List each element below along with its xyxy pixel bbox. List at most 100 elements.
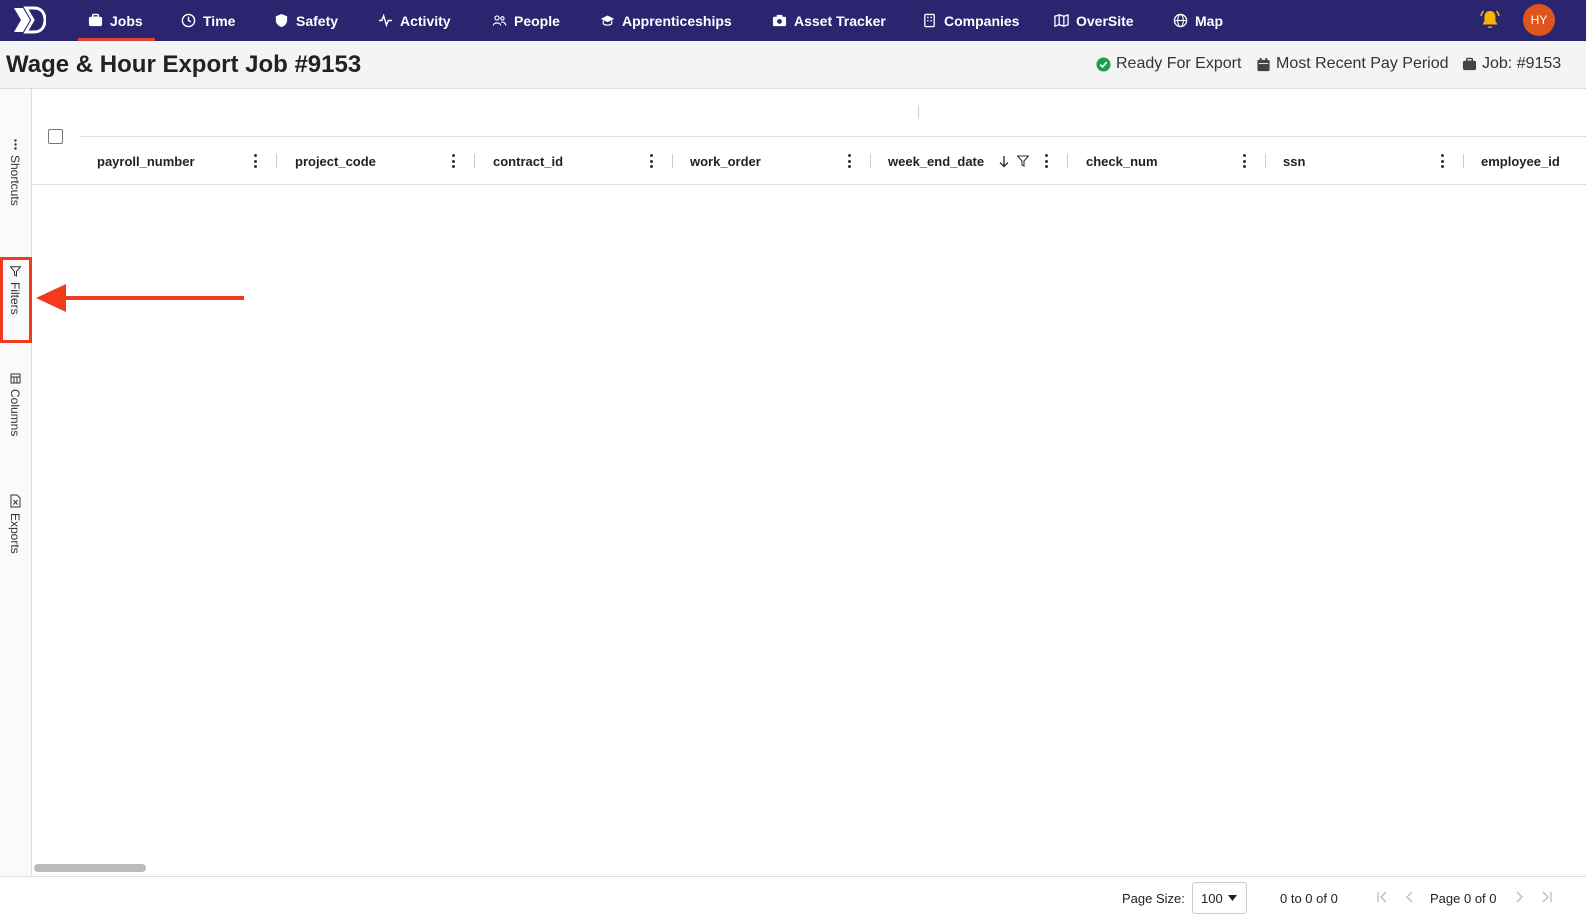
horizontal-scrollbar[interactable] — [34, 864, 146, 872]
shortcuts-tab[interactable]: Shortcuts — [0, 139, 30, 206]
period-text: Most Recent Pay Period — [1276, 55, 1449, 72]
column-header-contract-id[interactable]: contract_id — [493, 137, 690, 185]
column-divider[interactable] — [672, 154, 673, 168]
nav-label: Apprenticeships — [622, 12, 732, 29]
camera-icon — [772, 14, 787, 27]
globe-icon — [1173, 13, 1188, 28]
columns-icon — [10, 373, 20, 384]
column-header-week-end-date[interactable]: week_end_date — [888, 137, 1085, 185]
grid-header-row: payroll_number project_code contract_id … — [32, 137, 1586, 185]
status-indicator: Ready For Export — [1096, 55, 1241, 73]
nav-item-jobs[interactable]: Jobs — [78, 0, 155, 41]
columns-tab[interactable]: Columns — [0, 373, 30, 436]
nav-item-time[interactable]: Time — [181, 0, 235, 41]
last-page-icon[interactable] — [1540, 890, 1554, 904]
people-icon — [492, 15, 507, 26]
column-divider[interactable] — [276, 154, 277, 168]
top-nav: Jobs Time Safety Activity People Apprent… — [0, 0, 1586, 41]
bell-icon[interactable] — [1480, 9, 1500, 31]
column-menu-icon[interactable] — [253, 154, 257, 168]
column-divider[interactable] — [870, 154, 871, 168]
shortcuts-label: Shortcuts — [8, 155, 22, 206]
side-panel: Shortcuts Filters Columns Exports — [0, 89, 32, 876]
page-size-label: Page Size: — [1122, 891, 1185, 906]
data-grid: payroll_number project_code contract_id … — [32, 89, 1586, 876]
calendar-icon — [1257, 57, 1270, 71]
sort-descending-icon[interactable] — [998, 155, 1010, 168]
nav-label: Jobs — [110, 12, 143, 29]
column-label: check_num — [1086, 153, 1158, 169]
exports-label: Exports — [8, 513, 22, 554]
nav-item-apprenticeships[interactable]: Apprenticeships — [600, 0, 732, 41]
column-divider[interactable] — [474, 154, 475, 168]
nav-item-map[interactable]: Map — [1173, 0, 1223, 41]
nav-label: Safety — [296, 12, 339, 29]
shield-icon — [275, 13, 288, 28]
job-indicator: Job: #9153 — [1462, 55, 1561, 73]
column-divider[interactable] — [1463, 154, 1464, 168]
nav-label: Time — [203, 12, 236, 29]
nav-label: OverSite — [1076, 12, 1134, 29]
more-vertical-icon — [13, 139, 17, 150]
pagination-bar: Page Size: 100 0 to 0 of 0 Page 0 of 0 — [0, 876, 1586, 919]
column-header-ssn[interactable]: ssn — [1283, 137, 1480, 185]
previous-page-icon[interactable] — [1403, 890, 1417, 904]
column-label: payroll_number — [97, 153, 195, 169]
app-logo[interactable] — [12, 6, 46, 34]
column-header-work-order[interactable]: work_order — [690, 137, 887, 185]
page-title: Wage & Hour Export Job #9153 — [6, 51, 362, 78]
nav-item-safety[interactable]: Safety — [274, 0, 338, 41]
briefcase-icon — [88, 13, 103, 27]
nav-item-asset-tracker[interactable]: Asset Tracker — [772, 0, 886, 41]
pay-period-indicator: Most Recent Pay Period — [1256, 55, 1449, 73]
page-indicator: Page 0 of 0 — [1430, 891, 1497, 906]
column-header-project-code[interactable]: project_code — [295, 137, 492, 185]
page-header: Wage & Hour Export Job #9153 Ready For E… — [0, 41, 1586, 89]
check-circle-icon — [1096, 56, 1111, 72]
activity-icon — [378, 13, 393, 28]
filters-highlight — [0, 257, 32, 343]
map-icon — [1054, 13, 1069, 28]
next-page-icon[interactable] — [1512, 890, 1526, 904]
row-range: 0 to 0 of 0 — [1280, 891, 1338, 906]
nav-label: Asset Tracker — [794, 12, 886, 29]
grid-header-group — [80, 89, 1586, 137]
column-label: employee_id — [1481, 153, 1560, 169]
first-page-icon[interactable] — [1375, 890, 1389, 904]
column-menu-icon[interactable] — [649, 154, 653, 168]
page-size-value: 100 — [1201, 890, 1223, 906]
column-menu-icon[interactable] — [1242, 154, 1246, 168]
building-icon — [924, 13, 935, 28]
job-text: Job: #9153 — [1482, 55, 1562, 72]
page-size-select[interactable]: 100 — [1192, 882, 1247, 914]
column-menu-icon[interactable] — [847, 154, 851, 168]
nav-label: Companies — [944, 12, 1020, 29]
header-divider — [918, 105, 919, 119]
column-divider[interactable] — [1067, 154, 1068, 168]
column-header-payroll-number[interactable]: payroll_number — [97, 137, 294, 185]
columns-label: Columns — [8, 389, 22, 437]
nav-label: Activity — [400, 12, 451, 29]
filter-icon[interactable] — [1017, 155, 1029, 167]
column-header-employee-id[interactable]: employee_id — [1481, 137, 1586, 185]
caret-down-icon — [1227, 895, 1237, 901]
briefcase-icon — [1462, 57, 1477, 70]
exports-tab[interactable]: Exports — [0, 494, 30, 554]
column-header-check-num[interactable]: check_num — [1086, 137, 1283, 185]
avatar[interactable]: HY — [1523, 4, 1555, 36]
column-menu-icon[interactable] — [1044, 154, 1048, 168]
column-label: work_order — [690, 153, 761, 169]
nav-label: Map — [1195, 12, 1223, 29]
column-label: ssn — [1283, 153, 1306, 169]
nav-label: People — [514, 12, 560, 29]
column-divider[interactable] — [1265, 154, 1266, 168]
nav-item-activity[interactable]: Activity — [378, 0, 451, 41]
clock-icon — [181, 13, 196, 28]
column-menu-icon[interactable] — [1440, 154, 1444, 168]
nav-item-companies[interactable]: Companies — [922, 0, 1019, 41]
graduation-cap-icon — [600, 15, 615, 26]
column-label: contract_id — [493, 153, 564, 169]
column-menu-icon[interactable] — [451, 154, 455, 168]
nav-item-people[interactable]: People — [492, 0, 560, 41]
nav-item-oversite[interactable]: OverSite — [1054, 0, 1134, 41]
